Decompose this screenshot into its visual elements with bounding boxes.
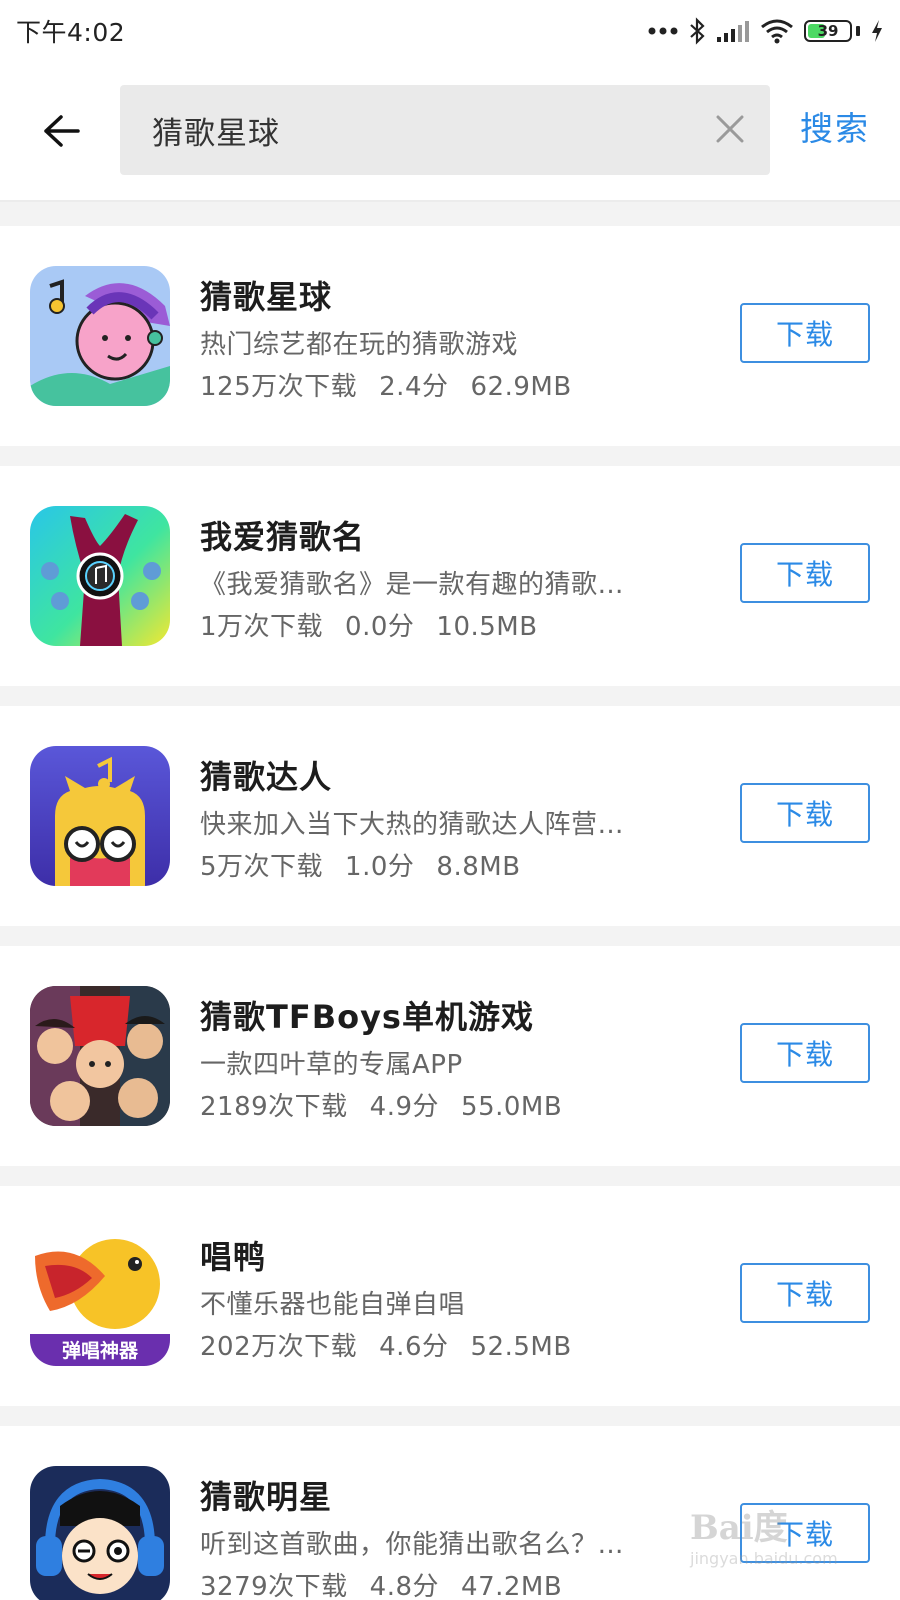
search-button[interactable]: 搜索: [800, 102, 870, 150]
app-meta: 202万次下载 4.6分 52.5MB: [200, 1326, 594, 1363]
bluetooth-icon: [688, 17, 706, 45]
app-name[interactable]: 唱鸭: [200, 1232, 266, 1278]
app-icon-i-love-guess-song[interactable]: [30, 506, 170, 646]
app-icon-guess-song-tfboys[interactable]: [30, 986, 170, 1126]
signal-icon: [716, 19, 750, 43]
back-arrow-icon: [44, 115, 80, 147]
app-icon-guess-song-star[interactable]: [30, 1466, 170, 1600]
app-meta: 1万次下载 0.0分 10.5MB: [200, 606, 560, 643]
back-button[interactable]: [36, 106, 86, 156]
app-icon-changya[interactable]: 弹唱神器: [30, 1226, 170, 1366]
battery-icon: 39: [804, 20, 860, 42]
download-count: 2189次下载: [200, 1092, 348, 1122]
rating: 0.0分: [345, 612, 415, 642]
download-button[interactable]: 下载: [740, 1023, 870, 1083]
download-button[interactable]: 下载: [740, 1263, 870, 1323]
download-count: 1万次下载: [200, 612, 324, 642]
download-count: 5万次下载: [200, 852, 324, 882]
app-name[interactable]: 猜歌星球: [200, 272, 332, 318]
app-meta: 5万次下载 1.0分 8.8MB: [200, 846, 543, 883]
rating: 4.9分: [369, 1092, 440, 1122]
app-name[interactable]: 猜歌明星: [200, 1472, 332, 1518]
app-name[interactable]: 猜歌达人: [200, 752, 332, 798]
app-icon-guess-song-master[interactable]: [30, 746, 170, 886]
wifi-icon: [760, 18, 794, 44]
more-icon: [648, 26, 678, 36]
app-list-item[interactable]: 猜歌星球 热门综艺都在玩的猜歌游戏 125万次下载 2.4分 62.9MB 下载: [0, 226, 900, 446]
search-input-value[interactable]: 猜歌星球: [152, 108, 280, 153]
status-icons: 39: [648, 17, 884, 45]
file-size: 47.2MB: [461, 1572, 563, 1600]
search-input[interactable]: 猜歌星球: [120, 85, 770, 175]
file-size: 62.9MB: [470, 372, 572, 402]
close-icon: [716, 115, 744, 143]
file-size: 55.0MB: [461, 1092, 563, 1122]
app-list-item[interactable]: 我爱猜歌名 《我爱猜歌名》是一款有趣的猜歌… 1万次下载 0.0分 10.5MB 下…: [0, 466, 900, 686]
search-header: 猜歌星球 搜索: [0, 62, 900, 202]
rating: 2.4分: [379, 372, 449, 402]
app-meta: 125万次下载 2.4分 62.9MB: [200, 366, 594, 403]
watermark-url: jingyan.baidu.com: [690, 1549, 838, 1568]
app-list-item[interactable]: 猜歌达人 快来加入当下大热的猜歌达人阵营… 5万次下载 1.0分 8.8MB 下载: [0, 706, 900, 926]
status-time: 下午4:02: [16, 18, 126, 47]
app-name[interactable]: 猜歌TFBoys单机游戏: [200, 992, 534, 1038]
app-meta: 3279次下载 4.8分 47.2MB: [200, 1566, 584, 1600]
app-description: 不懂乐器也能自弹自唱: [200, 1290, 466, 1320]
app-description: 听到这首歌曲，你能猜出歌名么？…: [200, 1530, 625, 1560]
app-result-list: 猜歌星球 热门综艺都在玩的猜歌游戏 125万次下载 2.4分 62.9MB 下载: [0, 226, 900, 1600]
download-button[interactable]: 下载: [740, 783, 870, 843]
download-count: 125万次下载: [200, 372, 358, 402]
app-description: 《我爱猜歌名》是一款有趣的猜歌…: [200, 570, 625, 600]
app-meta: 2189次下载 4.9分 55.0MB: [200, 1086, 584, 1123]
app-description: 一款四叶草的专属APP: [200, 1050, 463, 1080]
app-list-item[interactable]: 猜歌TFBoys单机游戏 一款四叶草的专属APP 2189次下载 4.9分 55.0…: [0, 946, 900, 1166]
app-name[interactable]: 我爱猜歌名: [200, 512, 365, 558]
file-size: 8.8MB: [436, 852, 521, 882]
rating: 1.0分: [345, 852, 415, 882]
clear-search-button[interactable]: [710, 109, 750, 149]
watermark-logo: Bai度: [690, 1508, 788, 1548]
download-count: 202万次下载: [200, 1332, 358, 1362]
app-description: 热门综艺都在玩的猜歌游戏: [200, 330, 519, 360]
download-button[interactable]: 下载: [740, 303, 870, 363]
rating: 4.8分: [369, 1572, 440, 1600]
app-list-item[interactable]: 弹唱神器 唱鸭 不懂乐器也能自弹自唱 202万次下载 4.6分 52.5MB 下载: [0, 1186, 900, 1406]
status-bar: 下午4:02 39: [0, 0, 900, 62]
download-count: 3279次下载: [200, 1572, 348, 1600]
app-description: 快来加入当下大热的猜歌达人阵营…: [200, 810, 625, 840]
charging-icon: [870, 19, 884, 43]
file-size: 10.5MB: [436, 612, 538, 642]
app-icon-guess-song-planet[interactable]: [30, 266, 170, 406]
file-size: 52.5MB: [470, 1332, 572, 1362]
icon-label: 弹唱神器: [62, 1339, 139, 1362]
battery-level: 39: [817, 22, 839, 40]
baidu-watermark: Bai度 jingyan.baidu.com: [690, 1500, 890, 1580]
download-button[interactable]: 下载: [740, 543, 870, 603]
rating: 4.6分: [379, 1332, 449, 1362]
